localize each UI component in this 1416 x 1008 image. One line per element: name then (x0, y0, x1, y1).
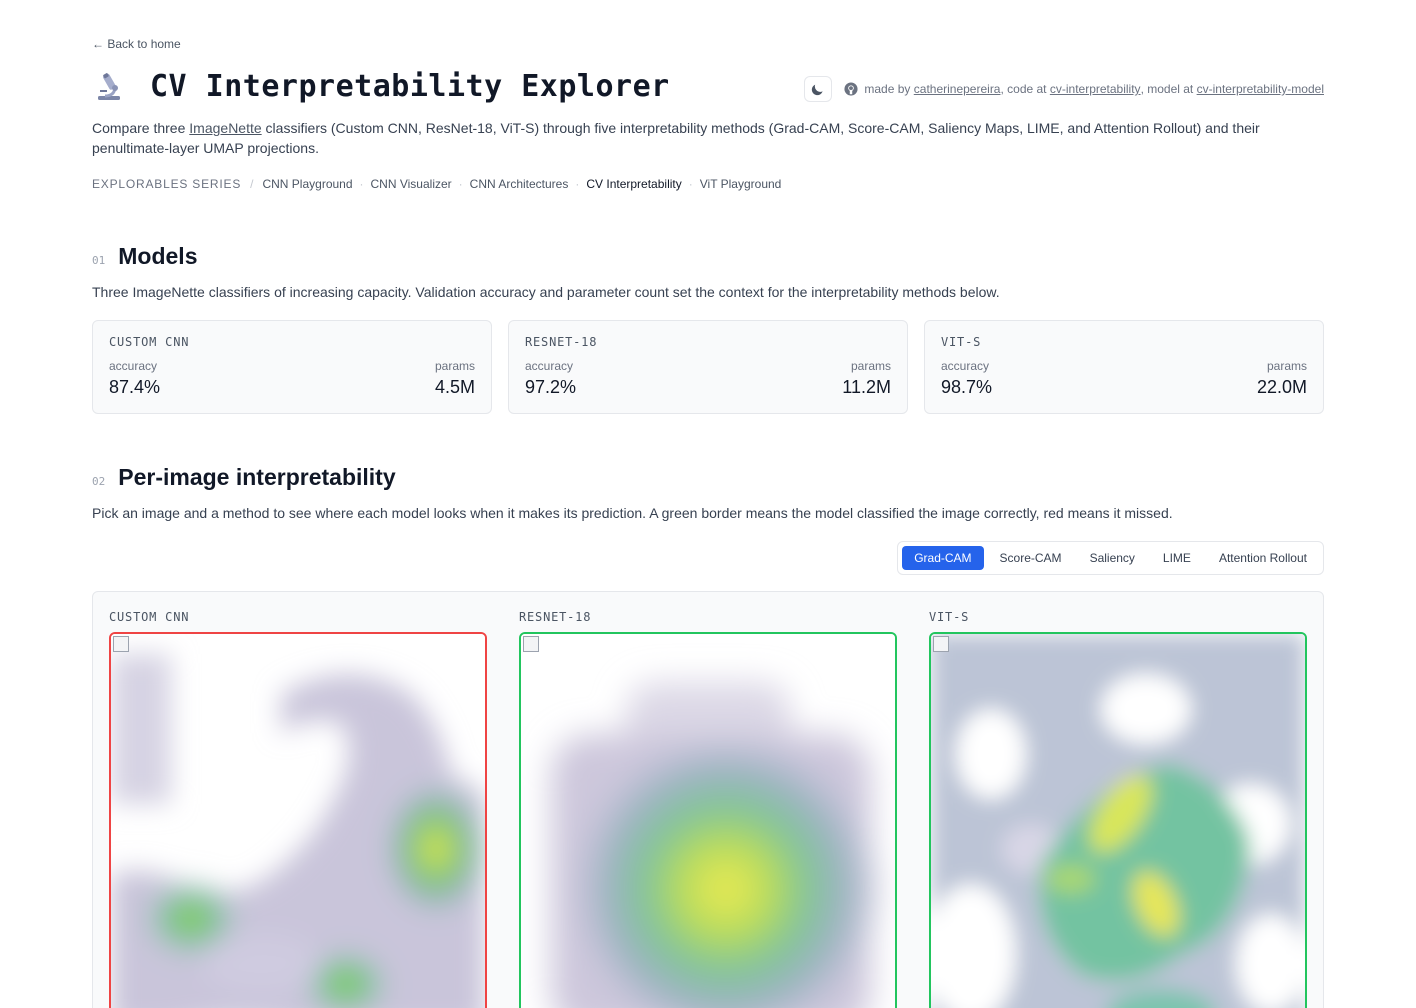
tab-score-cam[interactable]: Score-CAM (988, 546, 1074, 570)
credits-bar: made by catherinepereira, code at cv-int… (804, 76, 1324, 102)
credits-made-by: made by (864, 82, 911, 96)
tab-saliency[interactable]: Saliency (1078, 546, 1147, 570)
section-interpretability-header: 02 Per-image interpretability (92, 464, 396, 491)
series-label: EXPLORABLES SERIES (92, 177, 242, 191)
result-model-name: VIT-S (929, 610, 970, 624)
section-models-description: Three ImageNette classifiers of increasi… (92, 284, 1000, 300)
accuracy-value: 87.4% (109, 377, 161, 397)
section-number: 01 (92, 254, 106, 267)
model-name: VIT-S (941, 335, 982, 349)
accuracy-value: 98.7% (941, 377, 993, 397)
params-label: params (1266, 359, 1307, 373)
microscope-icon (98, 73, 120, 100)
series-dot: · (575, 177, 580, 191)
heatmap-resnet-18[interactable] (519, 632, 897, 1008)
explorables-series-nav: EXPLORABLES SERIES / CNN Playground · CN… (92, 177, 781, 191)
result-model-name: RESNET-18 (519, 610, 592, 624)
params-value: 22.0M (1256, 377, 1307, 397)
heatmap-vit-s[interactable] (929, 632, 1307, 1008)
heatmap-image (931, 634, 1305, 1008)
model-repo-link[interactable]: cv-interpretability-model (1197, 82, 1324, 96)
section-number: 02 (92, 475, 106, 488)
heatmap-image (521, 634, 895, 1008)
broken-image-icon (933, 636, 949, 652)
series-dot: · (458, 177, 463, 191)
series-item-cv-interpretability[interactable]: CV Interpretability (586, 177, 681, 191)
code-repo-link[interactable]: cv-interpretability (1050, 82, 1141, 96)
series-dot: · (359, 177, 364, 191)
accuracy-label: accuracy (941, 359, 990, 373)
params-value: 4.5M (434, 377, 475, 397)
model-cards: CUSTOM CNN accuracy params 87.4% 4.5M RE… (92, 320, 1324, 414)
tab-attention-rollout[interactable]: Attention Rollout (1207, 546, 1319, 570)
intro-before: Compare three (92, 120, 186, 136)
model-name: CUSTOM CNN (109, 335, 190, 349)
credits-model-at: , model at (1140, 82, 1194, 96)
imagenette-link[interactable]: ImageNette (189, 120, 261, 136)
section-models-header: 01 Models (92, 243, 197, 270)
params-label: params (434, 359, 475, 373)
tab-grad-cam[interactable]: Grad-CAM (902, 546, 984, 570)
heatmap-image (111, 634, 485, 1008)
back-to-home-link[interactable]: ← Back to home (92, 37, 181, 51)
model-card-resnet-18: RESNET-18 accuracy params 97.2% 11.2M (508, 320, 908, 414)
params-value: 11.2M (842, 377, 891, 397)
params-label: params (850, 359, 891, 373)
section-interpretability-description: Pick an image and a method to see where … (92, 505, 1173, 521)
method-tabs: Grad-CAM Score-CAM Saliency LIME Attenti… (897, 541, 1324, 575)
theme-toggle-button[interactable] (804, 76, 833, 102)
series-item-cnn-visualizer[interactable]: CNN Visualizer (371, 177, 452, 191)
heatmap-custom-cnn[interactable] (109, 632, 487, 1008)
accuracy-label: accuracy (525, 359, 574, 373)
result-model-name: CUSTOM CNN (109, 610, 190, 624)
github-icon (844, 82, 858, 96)
section-title: Per-image interpretability (118, 464, 396, 490)
moon-icon (812, 84, 823, 96)
model-name: RESNET-18 (525, 335, 598, 349)
broken-image-icon (113, 636, 129, 652)
model-card-custom-cnn: CUSTOM CNN accuracy params 87.4% 4.5M (92, 320, 492, 414)
tab-lime[interactable]: LIME (1151, 546, 1203, 570)
page-title: CV Interpretability Explorer (150, 69, 670, 104)
series-dot: · (688, 177, 693, 191)
accuracy-value: 97.2% (525, 377, 577, 397)
header: CV Interpretability Explorer made by cat… (92, 68, 1324, 108)
interpretability-panel: CUSTOM CNN RESNET-18 VIT-S (92, 591, 1324, 1008)
section-title: Models (118, 243, 198, 269)
intro-after: classifiers (Custom CNN, ResNet-18, ViT-… (92, 120, 1260, 156)
broken-image-icon (523, 636, 539, 652)
accuracy-label: accuracy (109, 359, 158, 373)
series-item-vit-playground[interactable]: ViT Playground (700, 177, 782, 191)
series-item-cnn-playground[interactable]: CNN Playground (262, 177, 352, 191)
author-link[interactable]: catherinepereira (914, 82, 1001, 96)
series-separator: / (250, 177, 254, 191)
series-item-cnn-architectures[interactable]: CNN Architectures (470, 177, 569, 191)
credits-code-at: , code at (1000, 82, 1047, 96)
intro-text: Compare three ImageNette classifiers (Cu… (92, 118, 1292, 158)
model-card-vit-s: VIT-S accuracy params 98.7% 22.0M (924, 320, 1324, 414)
